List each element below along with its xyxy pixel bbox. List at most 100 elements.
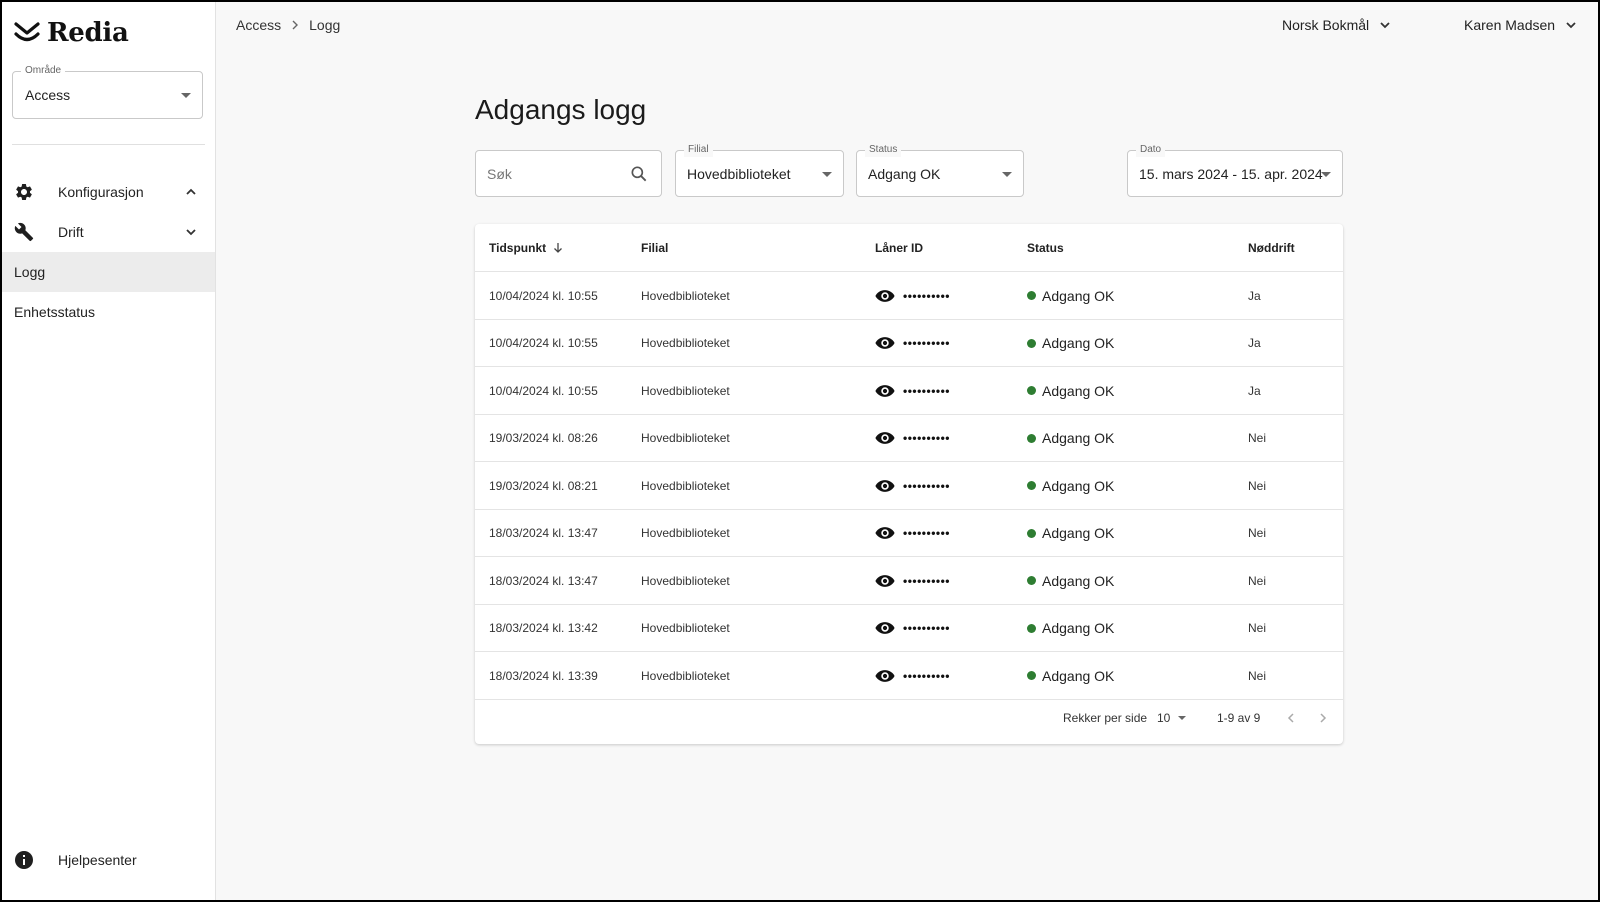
cell-branch: Hovedbiblioteket: [641, 478, 730, 493]
sidebar-divider: [12, 144, 205, 145]
masked-patron-id: ••••••••••: [903, 668, 951, 683]
search-input[interactable]: Søk: [475, 150, 662, 197]
column-header-time[interactable]: Tidspunkt: [489, 224, 564, 272]
cell-patron-id: ••••••••••: [875, 415, 950, 462]
cell-time: 18/03/2024 kl. 13:47: [489, 573, 598, 588]
cell-branch: Hovedbiblioteket: [641, 431, 730, 445]
masked-patron-id: ••••••••••: [903, 336, 951, 350]
cell-status: Adgang OK: [1027, 320, 1114, 367]
status-text: Adgang OK: [1042, 525, 1115, 541]
language-selector[interactable]: Norsk Bokmål: [1282, 14, 1391, 36]
status-dot-icon: [1027, 386, 1036, 395]
table-row[interactable]: 10/04/2024 kl. 10:55 Hovedbiblioteket ••••…: [475, 320, 1343, 367]
cell-branch: Hovedbiblioteket: [641, 621, 730, 635]
cell-status: Adgang OK: [1027, 652, 1114, 699]
cell-branch: Hovedbiblioteket: [641, 383, 730, 398]
table-row[interactable]: 18/03/2024 kl. 13:47 Hovedbiblioteket ••••…: [475, 557, 1343, 605]
cell-emergency: Nei: [1248, 431, 1267, 445]
eye-icon[interactable]: [875, 336, 895, 350]
status-dot-icon: [1027, 623, 1036, 633]
table-row[interactable]: 19/03/2024 kl. 08:21 Hovedbiblioteket ••••…: [475, 462, 1343, 510]
column-header-patron-id: Låner ID: [875, 224, 923, 272]
status-text: Adgang OK: [1042, 287, 1115, 304]
status-select-value: Adgang OK: [868, 165, 941, 182]
chevron-right-icon: [1320, 713, 1327, 723]
rows-per-page-select[interactable]: 10: [1157, 694, 1187, 742]
cell-patron-id: ••••••••••: [875, 510, 950, 557]
eye-icon[interactable]: [875, 526, 895, 540]
table-row[interactable]: 18/03/2024 kl. 13:39 Hovedbiblioteket ••••…: [475, 652, 1343, 700]
date-range-select[interactable]: Dato 15. mars 2024 - 15. apr. 2024: [1127, 143, 1343, 197]
cell-emergency: Nei: [1248, 621, 1267, 635]
sidebar-item-logg[interactable]: Logg: [2, 252, 215, 292]
chevron-down-icon: [1380, 22, 1390, 29]
app-window: Redia Område Access Konfigurasjon Drift …: [2, 2, 1598, 900]
search-placeholder: Søk: [487, 165, 512, 182]
table-header: Tidspunkt Filial Låner ID Status Nøddrif…: [475, 224, 1343, 272]
cell-patron-id: ••••••••••: [875, 367, 950, 414]
breadcrumb-root[interactable]: Access: [236, 17, 281, 33]
cell-status: Adgang OK: [1027, 415, 1114, 462]
column-header-label: Låner ID: [875, 241, 924, 255]
status-dot-icon: [1027, 528, 1036, 538]
sort-descending-icon: [554, 243, 563, 253]
sidebar-group-label: Drift: [58, 224, 84, 240]
eye-icon[interactable]: [875, 289, 895, 303]
masked-patron-id: ••••••••••: [903, 526, 951, 540]
table-row[interactable]: 18/03/2024 kl. 13:47 Hovedbiblioteket ••••…: [475, 510, 1343, 557]
date-range-label: Dato: [1136, 143, 1166, 157]
dropdown-arrow-icon: [181, 93, 191, 98]
cell-status: Adgang OK: [1027, 510, 1114, 557]
eye-icon[interactable]: [875, 574, 895, 588]
branch-select[interactable]: Filial Hovedbiblioteket: [675, 143, 844, 197]
status-dot-icon: [1027, 291, 1036, 300]
logo[interactable]: Redia: [13, 16, 129, 50]
cell-patron-id: ••••••••••: [875, 272, 950, 319]
cell-status: Adgang OK: [1027, 462, 1114, 509]
cell-emergency: Ja: [1248, 288, 1261, 303]
breadcrumb: Access Logg: [236, 16, 340, 34]
status-dot-icon: [1027, 671, 1036, 680]
next-page-button[interactable]: [1317, 694, 1329, 742]
table-row[interactable]: 19/03/2024 kl. 08:26 Hovedbiblioteket ••••…: [475, 415, 1343, 462]
cell-emergency: Nei: [1248, 668, 1267, 683]
help-center-link[interactable]: Hjelpesenter: [2, 843, 215, 877]
table-row[interactable]: 10/04/2024 kl. 10:55 Hovedbiblioteket ••••…: [475, 272, 1343, 320]
chevron-left-icon: [1287, 713, 1294, 723]
table-row[interactable]: 10/04/2024 kl. 10:55 Hovedbiblioteket ••••…: [475, 367, 1343, 415]
search-icon: [631, 166, 647, 182]
masked-patron-id: ••••••••••: [903, 478, 951, 493]
status-text: Adgang OK: [1042, 477, 1115, 494]
branch-select-value: Hovedbiblioteket: [687, 165, 791, 182]
status-text: Adgang OK: [1042, 667, 1115, 684]
cell-emergency: Ja: [1248, 383, 1261, 398]
sidebar-item-enhetsstatus[interactable]: Enhetsstatus: [2, 292, 215, 332]
eye-icon[interactable]: [875, 479, 895, 493]
masked-patron-id: ••••••••••: [903, 431, 951, 445]
language-label: Norsk Bokmål: [1282, 17, 1370, 33]
eye-icon[interactable]: [875, 669, 895, 683]
sidebar-group-drift[interactable]: Drift: [2, 213, 215, 251]
wrench-icon: [14, 222, 34, 242]
area-select[interactable]: Område Access: [12, 64, 203, 119]
previous-page-button[interactable]: [1285, 694, 1297, 742]
cell-branch: Hovedbiblioteket: [641, 668, 730, 683]
dropdown-arrow-icon: [1002, 171, 1012, 177]
cell-status: Adgang OK: [1027, 605, 1114, 652]
eye-icon[interactable]: [875, 621, 895, 635]
user-menu[interactable]: Karen Madsen: [1464, 14, 1577, 36]
eye-icon[interactable]: [875, 431, 895, 445]
column-header-label: Tidspunkt: [489, 241, 547, 255]
sidebar-group-konfigurasjon[interactable]: Konfigurasjon: [2, 173, 215, 211]
status-select[interactable]: Status Adgang OK: [856, 143, 1024, 197]
column-header-label: Nøddrift: [1248, 241, 1295, 255]
status-select-label: Status: [865, 143, 902, 157]
cell-emergency: Nei: [1248, 573, 1267, 588]
masked-patron-id: ••••••••••: [903, 621, 951, 635]
table-row[interactable]: 18/03/2024 kl. 13:42 Hovedbiblioteket ••••…: [475, 605, 1343, 652]
chevron-down-icon: [186, 229, 196, 236]
area-select-value: Access: [25, 87, 71, 103]
sidebar: Redia Område Access Konfigurasjon Drift …: [2, 2, 216, 900]
column-header-label: Status: [1027, 241, 1064, 255]
eye-icon[interactable]: [875, 384, 895, 398]
